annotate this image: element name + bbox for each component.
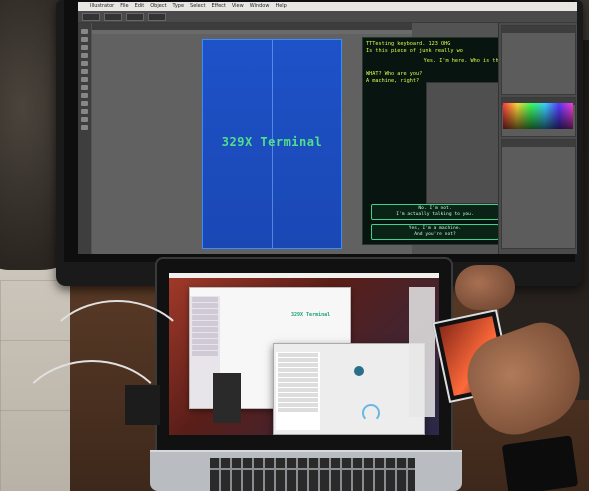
menu-view[interactable]: View	[232, 2, 244, 11]
rotate-tool-icon[interactable]	[81, 85, 88, 90]
brush-tool-icon[interactable]	[81, 77, 88, 82]
share-dialog[interactable]	[273, 343, 425, 435]
panel-row[interactable]	[427, 97, 499, 104]
photo-scene: Illustrator File Edit Object Type Select…	[0, 0, 589, 491]
pen-tool-icon[interactable]	[81, 45, 88, 50]
illustrator-screen: Illustrator File Edit Object Type Select…	[78, 2, 577, 254]
terminal-line: Is this piece of junk really wo	[366, 48, 463, 54]
menu-type[interactable]: Type	[173, 2, 184, 11]
control-field[interactable]	[126, 12, 144, 21]
mac-menubar: Illustrator File Edit Object Type Select…	[78, 2, 577, 11]
panel-title	[502, 140, 575, 147]
line-tool-icon[interactable]	[81, 61, 88, 66]
menu-effect[interactable]: Effect	[211, 2, 225, 11]
color-spectrum[interactable]	[503, 103, 573, 129]
libraries-panel	[501, 25, 576, 95]
dialog-list	[276, 352, 320, 430]
menu-object[interactable]: Object	[150, 2, 166, 11]
selection-tool-icon[interactable]	[81, 29, 88, 34]
dialog-title	[274, 345, 424, 350]
terminal-line: Yes. I'm here. Who is this?	[423, 58, 508, 64]
menu-select[interactable]: Select	[190, 2, 205, 11]
laptop-keyboard	[210, 458, 415, 491]
artboard[interactable]: 329X Terminal	[202, 39, 342, 249]
reply-option-1-line2: I'm actually talking to you.	[396, 212, 474, 217]
artboard-title: 329X Terminal	[221, 135, 323, 149]
document-tab[interactable]	[92, 23, 412, 30]
terminal-line: TTTesting keyboard. 123 OHG	[366, 41, 451, 47]
menu-help[interactable]: Help	[275, 2, 286, 11]
control-field[interactable]	[82, 12, 100, 21]
monitor-bezel: Illustrator File Edit Object Type Select…	[64, 0, 577, 262]
cable	[10, 360, 174, 491]
phone	[501, 435, 579, 491]
eyedropper-tool-icon[interactable]	[81, 109, 88, 114]
notification-strip	[409, 287, 435, 417]
menu-edit[interactable]: Edit	[135, 2, 145, 11]
reply-option-2-line2: And you're not?	[414, 232, 456, 237]
hand	[455, 265, 515, 310]
control-field[interactable]	[148, 12, 166, 21]
laptop-menubar	[169, 273, 439, 278]
laptop: 329X Terminal	[155, 257, 453, 453]
scale-tool-icon[interactable]	[81, 93, 88, 98]
rectangle-tool-icon[interactable]	[81, 69, 88, 74]
hand-tool-icon[interactable]	[81, 117, 88, 122]
gradient-tool-icon[interactable]	[81, 101, 88, 106]
direct-select-tool-icon[interactable]	[81, 37, 88, 42]
airdrop-device-icon[interactable]	[354, 366, 364, 376]
reply-option-2[interactable]: Yes, I'm a machine. And you're not?	[371, 224, 499, 240]
external-monitor: Illustrator File Edit Object Type Select…	[56, 0, 583, 286]
panel-row[interactable]	[427, 90, 499, 97]
zoom-tool-icon[interactable]	[81, 125, 88, 130]
control-field[interactable]	[104, 12, 122, 21]
panel-row[interactable]	[427, 83, 499, 90]
type-tool-icon[interactable]	[81, 53, 88, 58]
terminal-line: WHAT? Who are you?	[366, 71, 423, 77]
right-panels	[498, 23, 577, 254]
finder-preview-title: 329X Terminal	[291, 312, 331, 318]
file-thumbnail[interactable]	[213, 373, 241, 423]
laptop-screen: 329X Terminal	[169, 273, 439, 435]
menu-window[interactable]: Window	[250, 2, 270, 11]
panel-title	[502, 26, 575, 33]
appearance-panel	[426, 82, 500, 204]
menu-file[interactable]: File	[120, 2, 128, 11]
tools-panel	[78, 23, 91, 254]
menu-illustrator[interactable]: Illustrator	[90, 2, 114, 11]
reply-option-1[interactable]: No. I'm not. I'm actually talking to you…	[371, 204, 499, 220]
canvas-area[interactable]: 329X Terminal TTTesting keyboard. 123 OH…	[92, 34, 512, 254]
airdrop-icon	[362, 404, 380, 422]
control-bar	[78, 11, 577, 23]
layers-panel	[501, 139, 576, 249]
